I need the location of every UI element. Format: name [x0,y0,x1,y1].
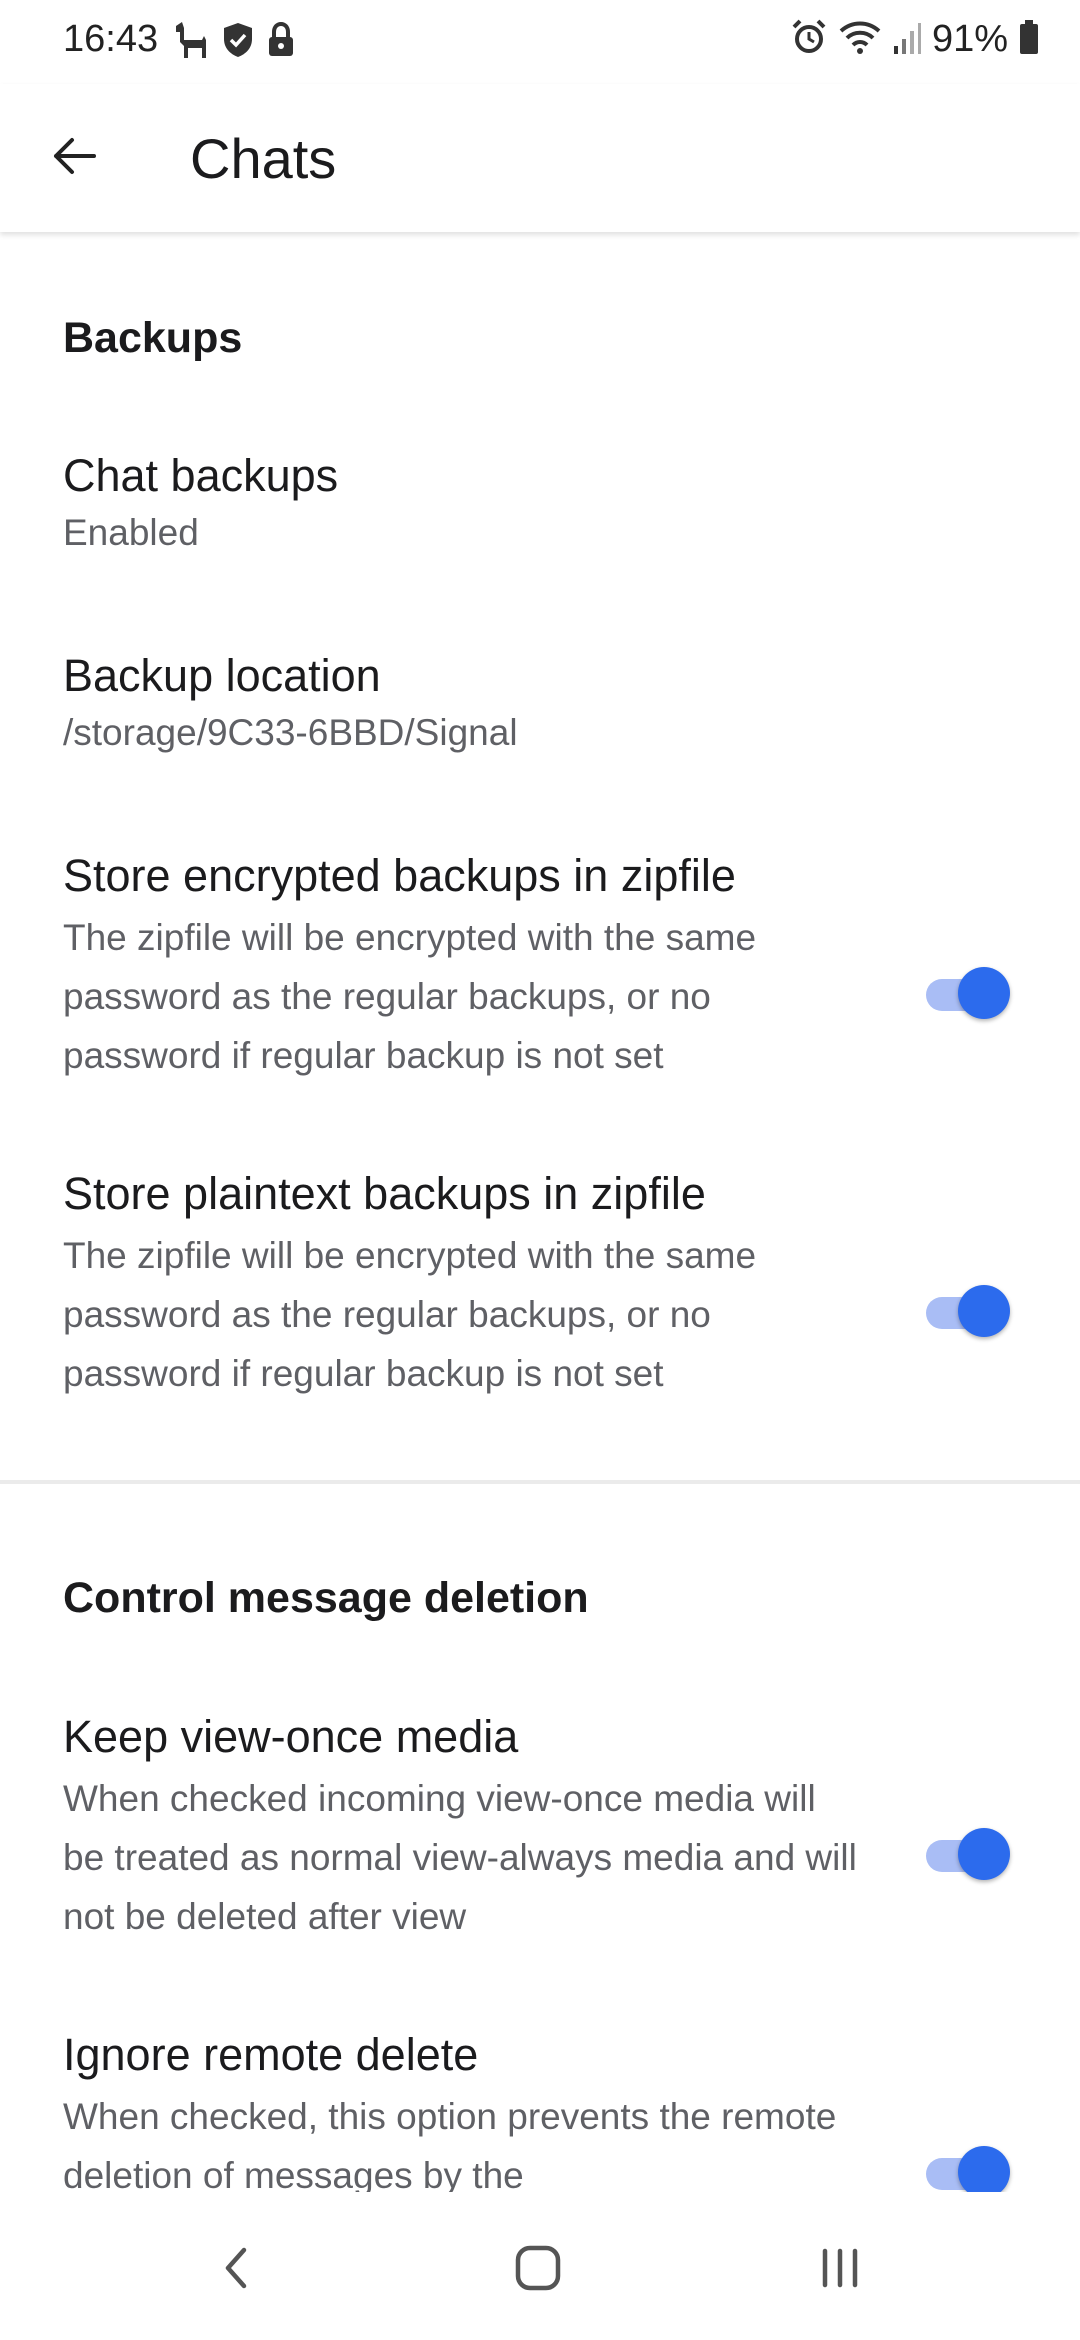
pref-summary: Enabled [63,512,199,553]
wifi-icon [838,18,882,61]
pref-store-encrypted-zip[interactable]: Store encrypted backups in zipfile The z… [0,850,1080,1100]
signal-icon [892,18,922,61]
pref-title: Ignore remote delete [63,2029,479,2080]
nav-back-button[interactable] [196,2230,276,2310]
encrypted-zip-toggle[interactable] [924,960,1010,1024]
pref-summary: When checked, this option prevents the r… [63,2096,837,2192]
nav-back-icon [216,2244,256,2297]
status-left-icons [172,20,296,65]
pref-ignore-remote-delete[interactable]: Ignore remote delete When checked, this … [0,2029,1080,2192]
ignore-remote-delete-toggle[interactable] [924,2139,1010,2192]
status-right: 91% [790,18,1040,61]
page-title: Chats [190,127,337,190]
pref-store-plaintext-zip[interactable]: Store plaintext backups in zipfile The z… [0,1168,1080,1418]
pref-backup-location[interactable]: Backup location /storage/9C33-6BBD/Signa… [0,650,1080,780]
battery-icon [1018,18,1040,61]
plaintext-zip-toggle[interactable] [924,1278,1010,1342]
nav-recents-icon [815,2243,865,2298]
pref-summary: The zipfile will be encrypted with the s… [63,1235,757,1394]
app-bar: Chats [0,84,1080,232]
pref-summary: /storage/9C33-6BBD/Signal [63,712,518,753]
section-header-backups: Backups [63,314,243,362]
arrow-back-icon [48,130,100,187]
section-divider [0,1480,1080,1484]
status-time: 16:43 [63,18,159,60]
pref-chat-backups[interactable]: Chat backups Enabled [0,450,1080,580]
pref-title: Chat backups [63,450,339,501]
battery-percent: 91% [931,18,1008,60]
keep-view-once-toggle[interactable] [924,1821,1010,1885]
pref-title: Store plaintext backups in zipfile [63,1168,706,1219]
alarm-icon [790,18,828,61]
settings-list[interactable]: Backups Chat backups Enabled Backup loca… [0,232,1080,2192]
toggle-thumb [958,1285,1010,1337]
nav-home-icon [513,2243,563,2298]
status-bar: 16:43 91% [0,0,1080,84]
lock-icon [266,21,296,64]
pref-summary: The zipfile will be encrypted with the s… [63,917,757,1076]
llama-icon [172,20,210,65]
pref-title: Store encrypted backups in zipfile [63,850,736,901]
back-button[interactable] [38,122,110,194]
nav-recents-button[interactable] [800,2230,880,2310]
pref-title: Backup location [63,650,381,701]
system-nav-bar [0,2192,1080,2340]
pref-summary: When checked incoming view-once media wi… [63,1778,857,1937]
pref-title: Keep view-once media [63,1711,519,1762]
toggle-thumb [958,967,1010,1019]
nav-home-button[interactable] [498,2230,578,2310]
toggle-thumb [958,1828,1010,1880]
section-header-message-deletion: Control message deletion [63,1574,589,1622]
shield-check-icon [222,21,254,64]
toggle-thumb [958,2146,1010,2192]
pref-keep-view-once[interactable]: Keep view-once media When checked incomi… [0,1711,1080,1961]
